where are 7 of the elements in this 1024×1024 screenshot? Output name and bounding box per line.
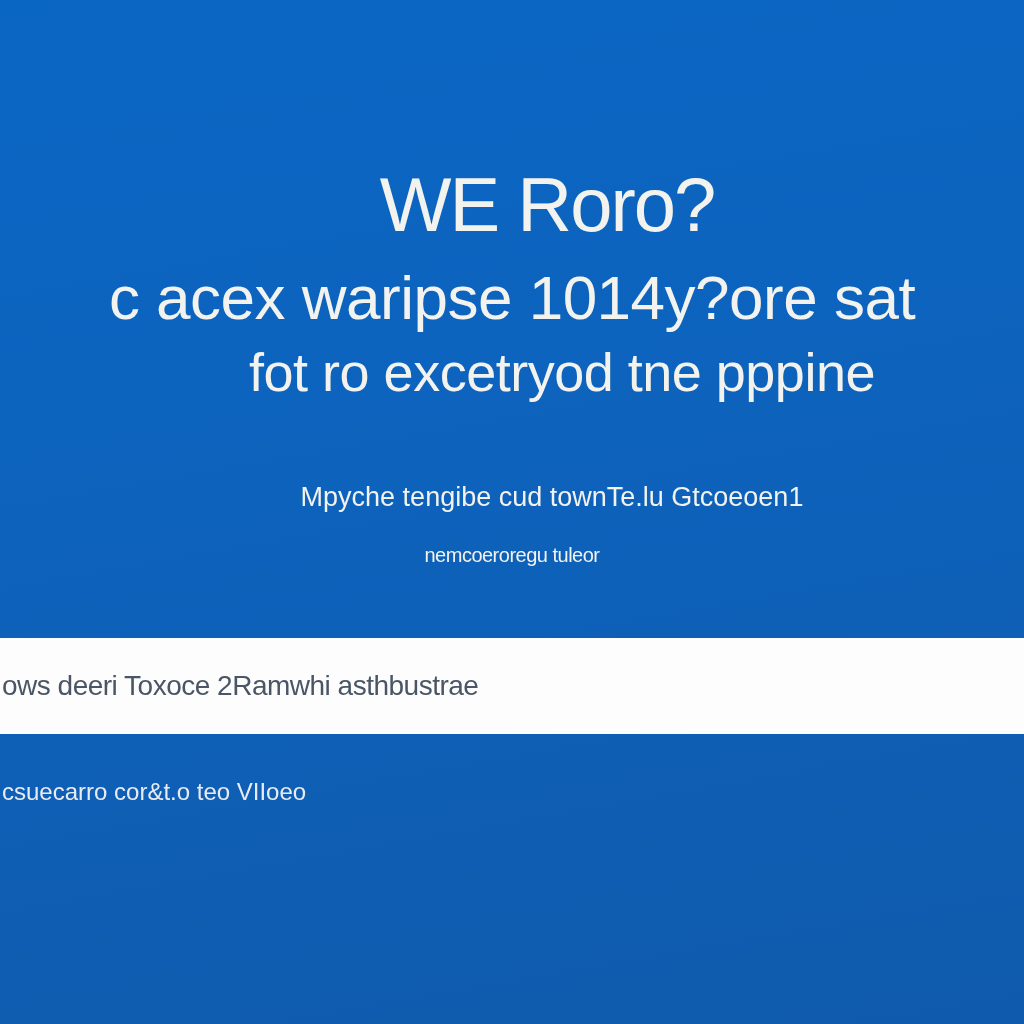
info-text: ows deeri Toxoce 2Ramwhi asthbustrae [1,670,479,702]
detail-text: nemcoeroregu tuleor [424,543,600,568]
error-message: c acex waripse 1014y?ore sat [108,262,916,334]
error-message: fot ro excetryod tne pppine [248,341,875,404]
detail-text: Mpyche tengibe cud townTe.lu Gtcoeoen1 [299,481,804,514]
error-heading: WE Roro? [378,161,715,249]
footer-text: csuecarro cor&t.o teo VIIoeo [1,778,308,806]
